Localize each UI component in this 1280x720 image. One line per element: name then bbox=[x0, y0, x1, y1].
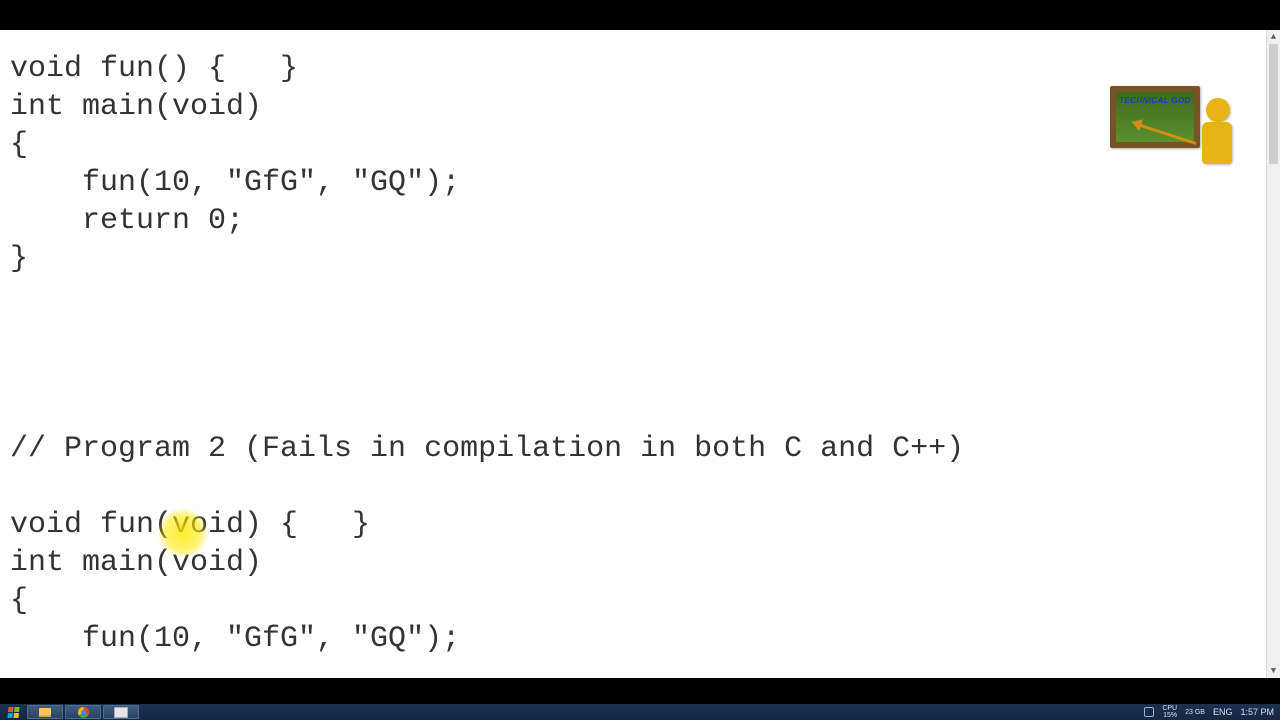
taskbar-file-explorer[interactable] bbox=[27, 705, 63, 719]
taskbar-app[interactable] bbox=[103, 705, 139, 719]
clock-time: 1:57 PM bbox=[1240, 708, 1274, 716]
editor-container: void fun() { } int main(void) { fun(10, … bbox=[0, 30, 1280, 678]
channel-logo: TECHNICAL GOD bbox=[1110, 86, 1226, 192]
system-tray[interactable]: CPU 15% 23 GB ENG 1:57 PM bbox=[1144, 705, 1280, 719]
figure-head-icon bbox=[1206, 98, 1230, 122]
scroll-up-arrow-icon[interactable]: ▲ bbox=[1267, 30, 1280, 44]
vertical-scrollbar[interactable]: ▲ ▼ bbox=[1266, 30, 1280, 678]
windows-logo-icon bbox=[7, 707, 19, 718]
scroll-thumb[interactable] bbox=[1269, 44, 1278, 164]
cpu-label: CPU bbox=[1162, 705, 1177, 712]
taskbar[interactable]: CPU 15% 23 GB ENG 1:57 PM bbox=[0, 704, 1280, 720]
start-button[interactable] bbox=[0, 704, 26, 720]
mem-value: 23 GB bbox=[1185, 709, 1205, 716]
code-content[interactable]: void fun() { } int main(void) { fun(10, … bbox=[0, 30, 1266, 658]
memory-meter: 23 GB bbox=[1185, 709, 1205, 716]
figure-body-icon bbox=[1202, 122, 1232, 164]
scroll-down-arrow-icon[interactable]: ▼ bbox=[1267, 664, 1280, 678]
code-editor[interactable]: void fun() { } int main(void) { fun(10, … bbox=[0, 30, 1266, 678]
logo-label: TECHNICAL GOD bbox=[1116, 96, 1194, 105]
tray-icon[interactable] bbox=[1144, 707, 1154, 717]
cpu-value: 15% bbox=[1163, 712, 1177, 719]
clock[interactable]: 1:57 PM bbox=[1240, 708, 1274, 716]
language-indicator[interactable]: ENG bbox=[1213, 707, 1233, 717]
taskbar-browser[interactable] bbox=[65, 705, 101, 719]
letterbox-bottom bbox=[0, 678, 1280, 704]
letterbox-top bbox=[0, 0, 1280, 30]
cpu-meter: CPU 15% bbox=[1162, 705, 1177, 719]
